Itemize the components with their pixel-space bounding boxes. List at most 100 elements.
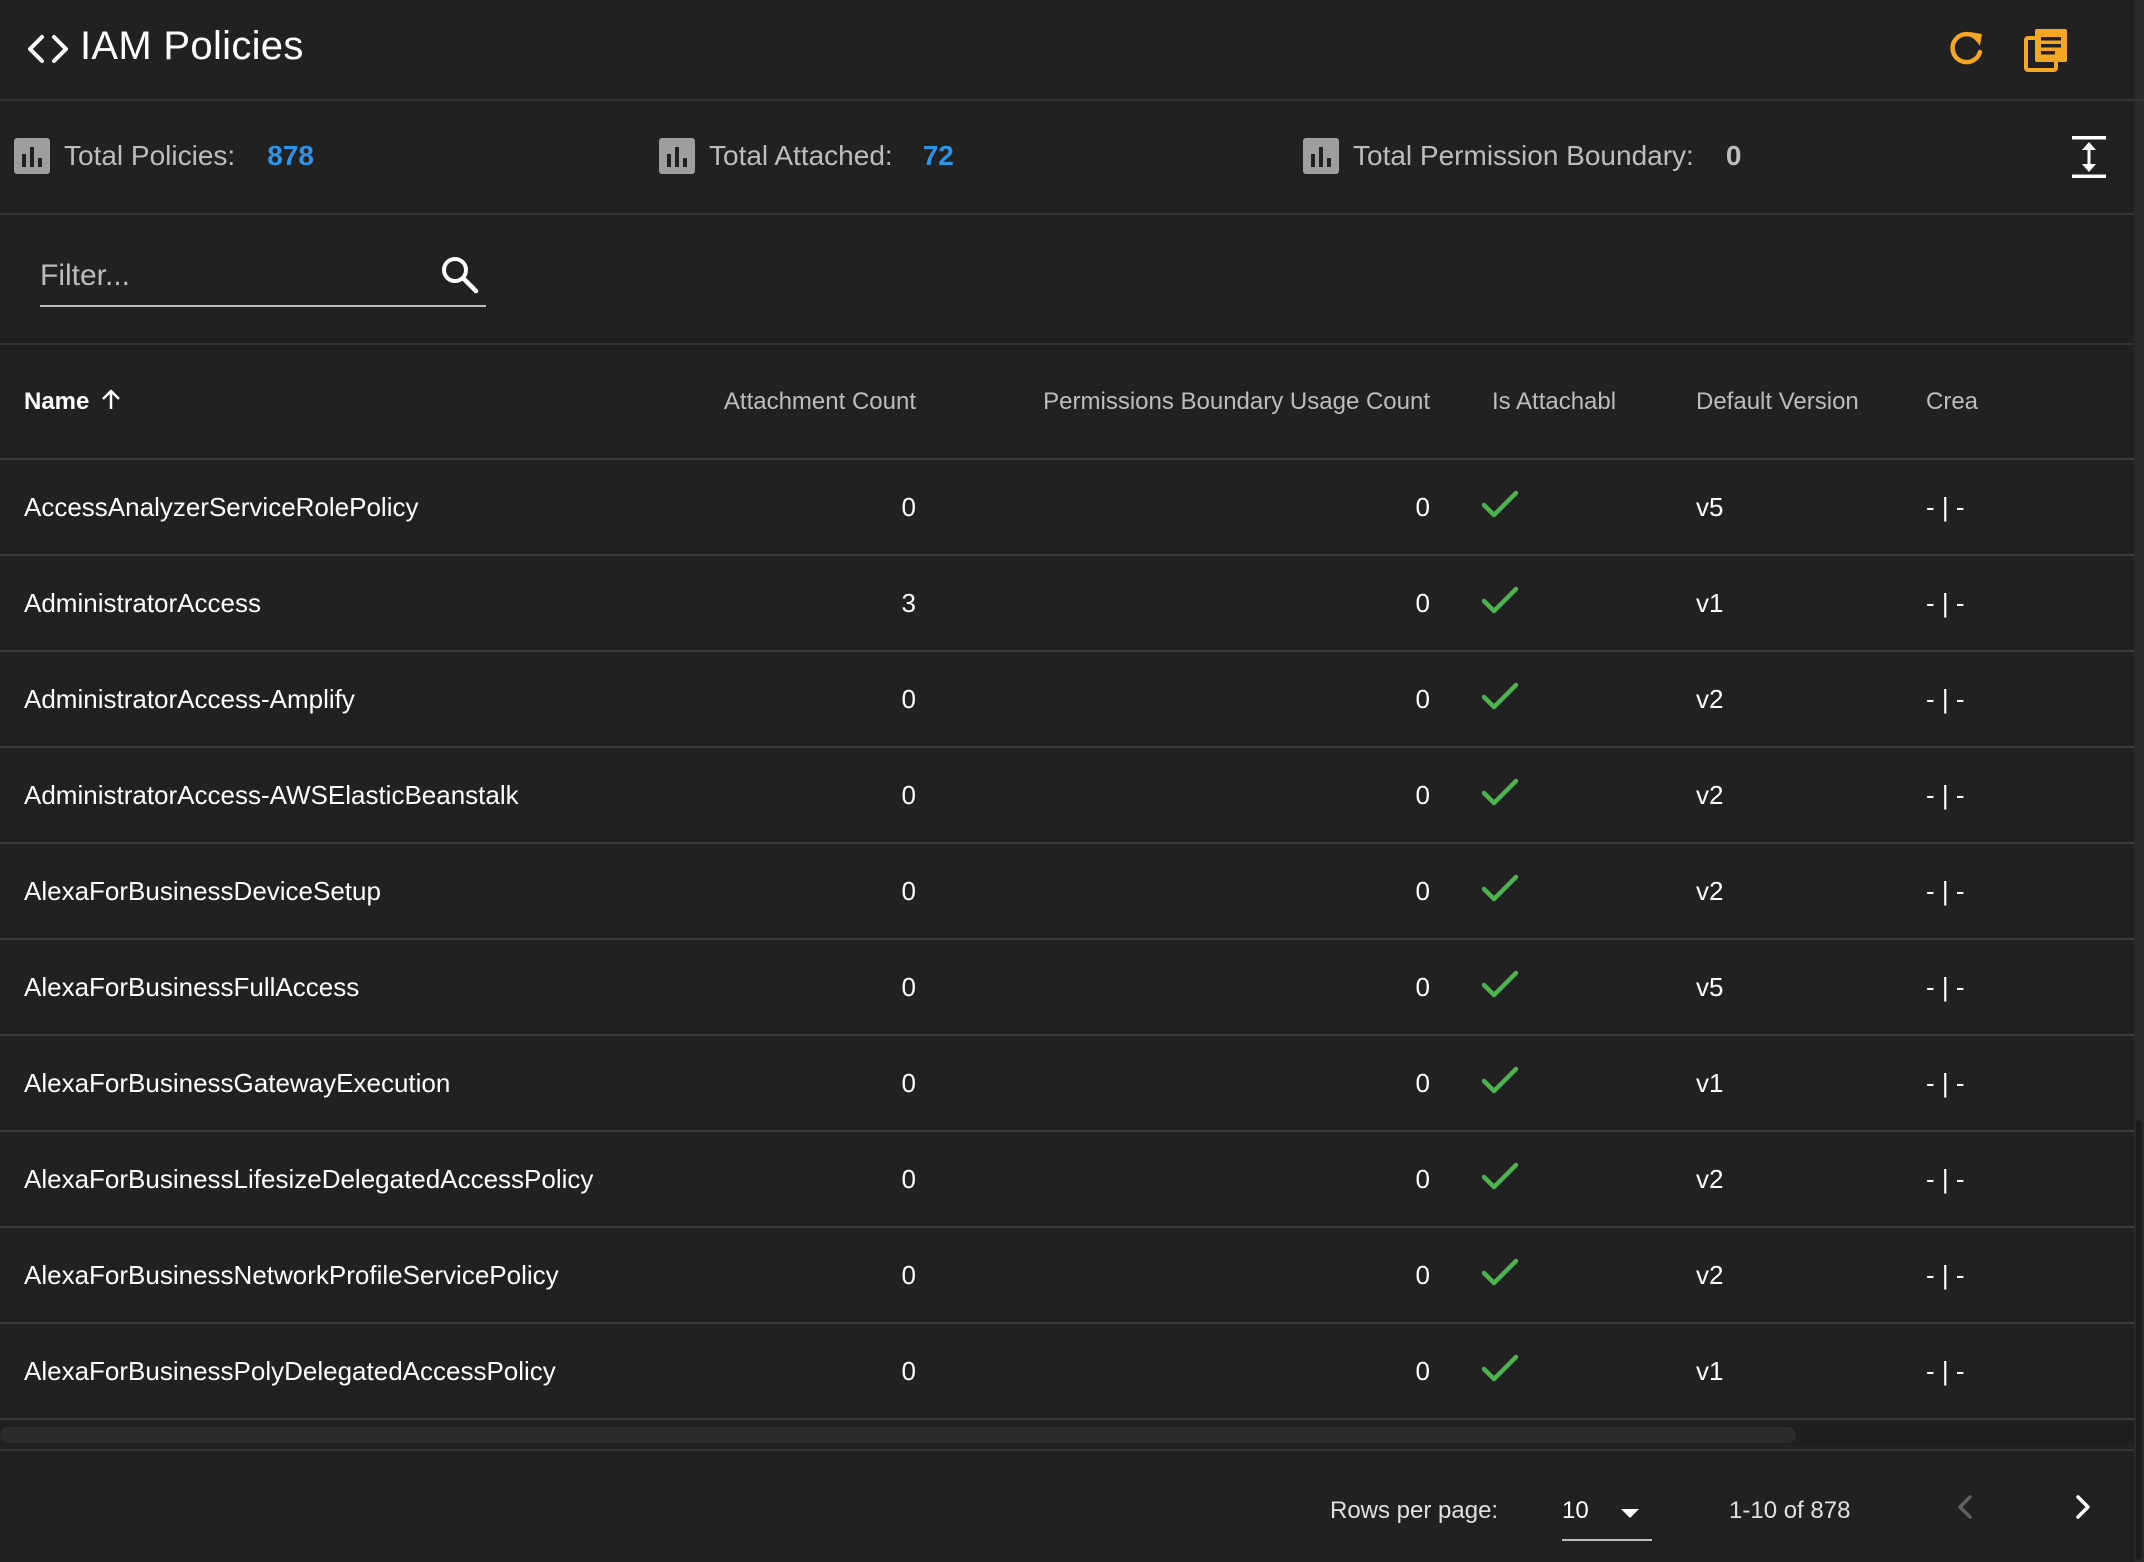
default-version-cell: v2: [1616, 1227, 1886, 1324]
horizontal-scrollbar[interactable]: [0, 1421, 2134, 1449]
vertical-scrollbar-thumb[interactable]: [2136, 1120, 2142, 1560]
bar-chart-icon: [659, 138, 695, 174]
stat-value: 72: [922, 140, 954, 171]
pagination-range: 1-10 of 878: [1729, 1497, 1851, 1524]
attachment-count-cell: 0: [674, 939, 916, 1036]
chevron-left-icon[interactable]: [1948, 1489, 1984, 1525]
filter-area: [0, 215, 2134, 345]
refresh-button[interactable]: [1944, 26, 1988, 70]
default-version-cell: v1: [1616, 1035, 1886, 1132]
caret-down-icon: [1621, 1509, 1639, 1518]
default-version-cell-text: v1: [1696, 1355, 1724, 1386]
table-row[interactable]: AccessAnalyzerServiceRolePolicy 0 0 v5- | -: [0, 459, 2134, 556]
column-header-label: Name: [24, 387, 90, 415]
stat-label: Total Attached:: [709, 140, 893, 171]
created-cell-text: - | -: [1926, 971, 1965, 1002]
horizontal-scrollbar-thumb[interactable]: [0, 1427, 1796, 1443]
created-cell-text: - | -: [1926, 875, 1965, 906]
policy-name-cell: AlexaForBusinessDeviceSetup: [0, 843, 674, 940]
created-cell-text: - | -: [1926, 491, 1965, 522]
check-icon: [1481, 1066, 1519, 1093]
check-icon: [1481, 1162, 1519, 1189]
policy-name-cell: AdministratorAccess-AWSElasticBeanstalk: [0, 747, 674, 844]
created-cell: - | -: [1886, 555, 2134, 652]
check-icon: [1481, 682, 1519, 709]
table-row[interactable]: AdministratorAccess-Amplify 0 0 v2- | -: [0, 651, 2134, 748]
check-icon: [1481, 970, 1519, 997]
table-row[interactable]: AdministratorAccess 3 0 v1 - | -: [0, 555, 2134, 652]
created-cell: - | -: [1886, 651, 2134, 748]
stat-total-attached: Total Attached: 72: [659, 101, 954, 211]
check-icon: [1481, 1258, 1519, 1285]
stat-value: 0: [1725, 140, 1742, 171]
default-version-cell: v1: [1616, 555, 1886, 652]
sort-ascending-icon[interactable]: [100, 389, 122, 411]
vertical-scrollbar[interactable]: [2134, 0, 2144, 1562]
policy-name-cell: AlexaForBusinessPolyDelegatedAccessPolic…: [0, 1323, 674, 1420]
check-icon: [1481, 586, 1519, 613]
bar-chart-icon: [1303, 138, 1339, 174]
docs-icon[interactable]: [2022, 26, 2070, 74]
is-attachable-cell: [1430, 651, 1616, 748]
table-row[interactable]: AlexaForBusinessGatewayExecution 0 0 v1- | …: [0, 1035, 2134, 1132]
filter-field[interactable]: [40, 249, 486, 307]
expand-vertical-icon[interactable]: [2070, 135, 2108, 179]
column-header-attachment-count[interactable]: Attachment Count: [674, 345, 916, 460]
boundary-usage-count-cell: 0: [916, 459, 1430, 556]
column-header-created[interactable]: Crea: [1886, 345, 2134, 460]
default-version-cell: v5: [1616, 939, 1886, 1036]
default-version-cell-text: v2: [1696, 1163, 1724, 1194]
created-cell: - | -: [1886, 459, 2134, 556]
bar-chart-icon: [14, 138, 50, 174]
table-row[interactable]: AlexaForBusinessPolyDelegatedAccessPolic…: [0, 1323, 2134, 1420]
default-version-cell: v2: [1616, 843, 1886, 940]
table-row[interactable]: AlexaForBusinessFullAccess 0 0 v5- | -: [0, 939, 2134, 1036]
chevron-right-icon[interactable]: [2064, 1489, 2100, 1525]
created-cell-text: - | -: [1926, 587, 1965, 618]
attachment-count-cell: 0: [674, 747, 916, 844]
is-attachable-cell: [1430, 939, 1616, 1036]
default-version-cell-text: v5: [1696, 971, 1724, 1002]
table-row[interactable]: AlexaForBusinessNetworkProfileServicePol…: [0, 1227, 2134, 1324]
stats-bar: Total Policies: 878 Total Attached: 72 T…: [0, 101, 2134, 215]
column-header-permissions-boundary-usage-count[interactable]: Permissions Boundary Usage Count: [916, 345, 1430, 460]
created-cell: - | -: [1886, 747, 2134, 844]
attachment-count-cell: 0: [674, 651, 916, 748]
table-row[interactable]: AlexaForBusinessLifesizeDelegatedAccessP…: [0, 1131, 2134, 1228]
created-cell: - | -: [1886, 939, 2134, 1036]
created-cell-text: - | -: [1926, 683, 1965, 714]
boundary-usage-count-cell: 0: [916, 651, 1430, 748]
is-attachable-cell: [1430, 1227, 1616, 1324]
is-attachable-cell: [1430, 1131, 1616, 1228]
column-header-name[interactable]: Name: [0, 345, 674, 460]
policy-name-cell: AlexaForBusinessNetworkProfileServicePol…: [0, 1227, 674, 1324]
default-version-cell: v1: [1616, 1323, 1886, 1420]
table-body: AccessAnalyzerServiceRolePolicy 0 0 v5- | -…: [0, 459, 2134, 1420]
page-title: IAM Policies: [80, 24, 304, 68]
filter-input[interactable]: [40, 249, 420, 303]
table-row[interactable]: AlexaForBusinessDeviceSetup 0 0 v2- | -: [0, 843, 2134, 940]
default-version-cell: v2: [1616, 747, 1886, 844]
created-cell-text: - | -: [1926, 1355, 1965, 1386]
policy-name-cell: AdministratorAccess: [0, 555, 674, 652]
boundary-usage-count-cell: 0: [916, 555, 1430, 652]
rows-per-page-value: 10: [1562, 1497, 1589, 1524]
pagination-bar: Rows per page: 10 1-10 of 878: [0, 1449, 2134, 1562]
default-version-cell: v5: [1616, 459, 1886, 556]
created-cell-text: - | -: [1926, 779, 1965, 810]
search-icon[interactable]: [440, 255, 480, 295]
created-cell: - | -: [1886, 1323, 2134, 1420]
policy-name-cell: AdministratorAccess-Amplify: [0, 651, 674, 748]
table-row[interactable]: AdministratorAccess-AWSElasticBeanstalk 0…: [0, 747, 2134, 844]
attachment-count-cell: 0: [674, 1227, 916, 1324]
column-header-default-version[interactable]: Default Version: [1616, 345, 1886, 460]
rows-per-page-select[interactable]: 10: [1562, 1481, 1652, 1541]
check-icon: [1481, 1354, 1519, 1381]
boundary-usage-count-cell: 0: [916, 1131, 1430, 1228]
attachment-count-cell: 3: [674, 555, 916, 652]
boundary-usage-count-cell: 0: [916, 1035, 1430, 1132]
attachment-count-cell: 0: [674, 459, 916, 556]
stat-total-policies: Total Policies: 878: [14, 101, 314, 211]
default-version-cell-text: v1: [1696, 587, 1724, 618]
column-header-is-attachable[interactable]: Is Attachable: [1430, 345, 1616, 460]
